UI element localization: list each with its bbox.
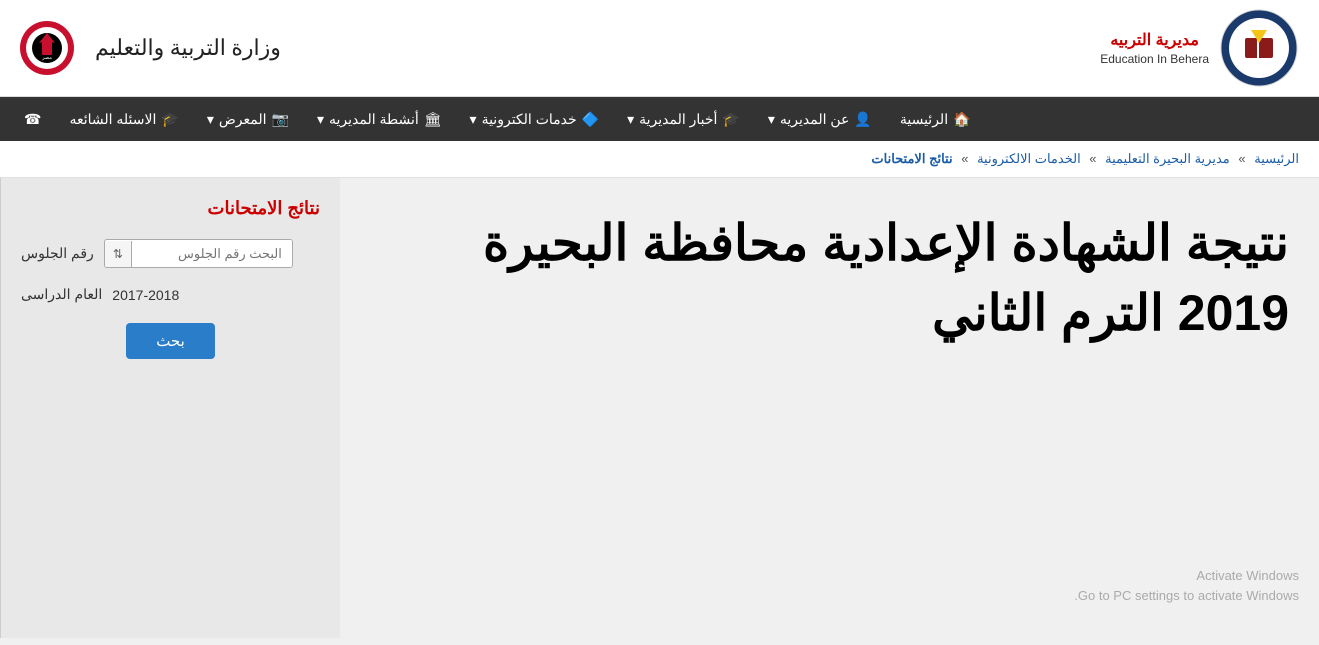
search-button[interactable]: بحث: [126, 323, 215, 359]
svg-text:مصر: مصر: [41, 55, 52, 61]
news-icon: 🎓: [722, 111, 739, 128]
nav-news-label: أخبار المديرية: [639, 111, 717, 128]
gallery-dropdown-icon: ▾: [207, 111, 214, 128]
brand-area: البحيرة مديرية التربيه Education In Behe…: [1100, 8, 1299, 88]
brand-sub: Education In Behera: [1100, 52, 1209, 66]
brand-name: مديرية التربيه: [1100, 30, 1209, 52]
sidebar-form: نتائج الامتحانات ⇅ رقم الجلوس 2017-2018 …: [0, 178, 340, 638]
egypt-emblem-icon: مصر: [20, 21, 75, 76]
nav-activities-label: أنشطة المديريه: [329, 111, 419, 128]
nav-services[interactable]: 🔷 خدمات الكترونية ▾: [456, 99, 614, 140]
logo: البحيرة: [1219, 8, 1299, 88]
page-header: البحيرة مديرية التربيه Education In Behe…: [0, 0, 1319, 97]
activate-line1: Activate Windows: [1074, 566, 1299, 586]
title-line1: نتيجة الشهادة الإعدادية محافظة البحيرة: [483, 208, 1289, 278]
sep1: »: [1235, 151, 1246, 166]
svg-text:البحيرة: البحيرة: [1250, 19, 1268, 26]
sidebar-title: نتائج الامتحانات: [21, 198, 320, 219]
breadcrumb-results[interactable]: نتائج الامتحانات: [871, 151, 952, 166]
breadcrumb-eservices[interactable]: الخدمات الالكترونية: [977, 151, 1081, 166]
seat-number-group: ⇅ رقم الجلوس: [21, 239, 320, 268]
nav-services-label: خدمات الكترونية: [482, 111, 577, 128]
breadcrumb-home[interactable]: الرئيسية: [1254, 151, 1299, 166]
services-dropdown-icon: ▾: [470, 111, 477, 128]
nav-news[interactable]: 🎓 أخبار المديرية ▾: [613, 99, 754, 140]
phone-icon: ☎: [24, 111, 41, 128]
academic-year-label: العام الدراسى: [21, 286, 102, 303]
breadcrumb: الرئيسية » مديرية البحيرة التعليمية » ال…: [0, 141, 1319, 178]
about-icon: 👤: [854, 111, 871, 128]
seat-number-icon-button[interactable]: ⇅: [105, 241, 132, 267]
ministry-name: وزارة التربية والتعليم: [95, 35, 281, 61]
activities-dropdown-icon: ▾: [317, 111, 324, 128]
academic-year-group: 2017-2018 العام الدراسى: [21, 286, 320, 303]
nav-home[interactable]: 🏠 الرئيسية: [886, 99, 985, 140]
nav-about[interactable]: 👤 عن المديريه ▾: [754, 99, 886, 140]
nav-about-label: عن المديريه: [780, 111, 850, 128]
breadcrumb-directorate[interactable]: مديرية البحيرة التعليمية: [1105, 151, 1230, 166]
home-icon: 🏠: [953, 111, 970, 128]
seat-number-label: رقم الجلوس: [21, 245, 94, 262]
nav-phone[interactable]: ☎: [10, 99, 55, 140]
nav-home-label: الرئيسية: [900, 111, 948, 128]
nav-faq-label: الاسئله الشائعه: [69, 111, 156, 128]
activate-windows-notice: Activate Windows Go to PC settings to ac…: [1074, 566, 1299, 605]
nav-activities[interactable]: 🏛 أنشطة المديريه ▾: [303, 99, 456, 140]
title-line2: 2019 الترم الثاني: [483, 278, 1289, 348]
main-navbar: 🏠 الرئيسية 👤 عن المديريه ▾ 🎓 أخبار المدي…: [0, 97, 1319, 141]
faq-icon: 🎓: [161, 111, 178, 128]
activate-line2: Go to PC settings to activate Windows.: [1074, 586, 1299, 606]
sep2: »: [1086, 151, 1097, 166]
ministry-area: وزارة التربية والتعليم مصر: [20, 21, 281, 76]
seat-number-input[interactable]: [132, 240, 292, 267]
nav-gallery[interactable]: 📷 المعرض ▾: [193, 99, 303, 140]
brand-text-block: مديرية التربيه Education In Behera: [1100, 30, 1209, 66]
nav-gallery-label: المعرض: [219, 111, 267, 128]
nav-faq[interactable]: 🎓 الاسئله الشائعه: [55, 99, 192, 140]
academic-year-value: 2017-2018: [112, 287, 179, 303]
activities-icon: 🏛: [424, 111, 442, 128]
sep3: »: [958, 151, 969, 166]
seat-number-input-wrapper[interactable]: ⇅: [104, 239, 293, 268]
gallery-icon: 📷: [272, 111, 289, 128]
about-dropdown-icon: ▾: [768, 111, 775, 128]
news-dropdown-icon: ▾: [627, 111, 634, 128]
page-main-title: نتيجة الشهادة الإعدادية محافظة البحيرة 2…: [483, 208, 1289, 348]
services-icon: 🔷: [582, 111, 599, 128]
